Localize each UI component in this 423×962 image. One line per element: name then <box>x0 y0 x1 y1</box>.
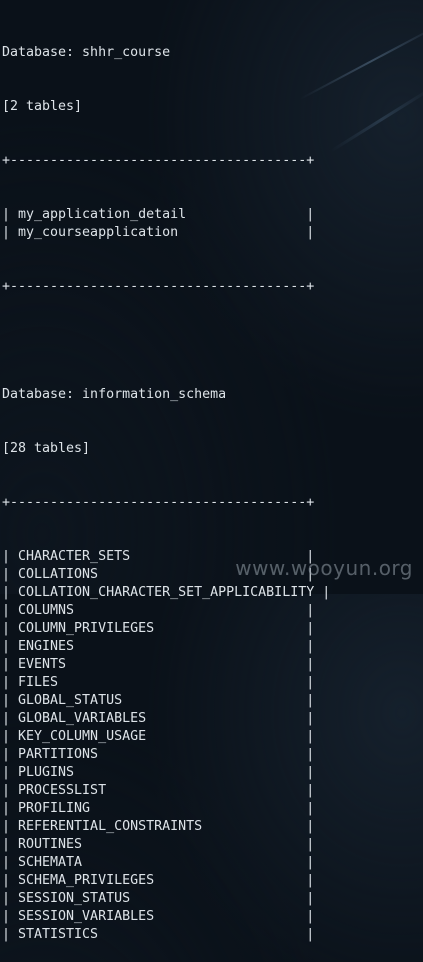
table-row: | SCHEMATA | <box>2 855 315 870</box>
table-row: | PARTITIONS | <box>2 747 315 762</box>
table-row: | SESSION_STATUS | <box>2 891 315 906</box>
table-border-top: +-------------------------------------+ <box>2 495 315 510</box>
table-count: [28 tables] <box>2 441 91 456</box>
table-row: | PROFILING | <box>2 801 315 816</box>
table-row: | PROCESSLIST | <box>2 783 315 798</box>
table-row: | ROUTINES | <box>2 837 315 852</box>
table-row: | PLUGINS | <box>2 765 315 780</box>
table-count: [2 tables] <box>2 99 83 114</box>
table-row: | GLOBAL_VARIABLES | <box>2 711 315 726</box>
table-border-top: +-------------------------------------+ <box>2 153 315 168</box>
database-header: Database: shhr_course <box>2 45 171 60</box>
table-row: | COLLATION_CHARACTER_SET_APPLICABILITY … <box>2 585 331 600</box>
table-row: | EVENTS | <box>2 657 315 672</box>
table-row: | SESSION_VARIABLES | <box>2 909 315 924</box>
table-row: | KEY_COLUMN_USAGE | <box>2 729 315 744</box>
table-border-bottom: +-------------------------------------+ <box>2 279 315 294</box>
table-row: | COLUMNS | <box>2 603 315 618</box>
table-row: | STATISTICS | <box>2 927 315 942</box>
table-row: | my_courseapplication | <box>2 225 315 240</box>
table-row: | SCHEMA_PRIVILEGES | <box>2 873 315 888</box>
terminal-output[interactable]: Database: shhr_course [2 tables] +------… <box>2 8 421 962</box>
table-row: | COLUMN_PRIVILEGES | <box>2 621 315 636</box>
database-header: Database: information_schema <box>2 387 227 402</box>
table-row: | FILES | <box>2 675 315 690</box>
table-row: | ENGINES | <box>2 639 315 654</box>
table-list: | my_application_detail | | my_courseappl… <box>2 206 421 242</box>
table-row: | REFERENTIAL_CONSTRAINTS | <box>2 819 315 834</box>
table-row: | GLOBAL_STATUS | <box>2 693 315 708</box>
table-row: | my_application_detail | <box>2 207 315 222</box>
watermark: www.wooyun.org <box>235 556 413 580</box>
table-list: | CHARACTER_SETS | | COLLATIONS | | COLLAT… <box>2 548 421 944</box>
